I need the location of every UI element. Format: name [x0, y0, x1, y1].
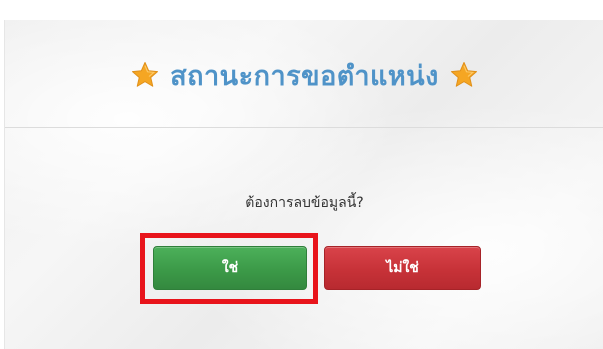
- star-icon: [449, 60, 479, 90]
- confirm-dialog: สถานะการขอตำแหน่ง ต้องการลบข้อมูลนี้? ใช…: [4, 20, 603, 349]
- title-row: สถานะการขอตำแหน่ง: [5, 53, 603, 97]
- confirm-question: ต้องการลบข้อมูลนี้?: [245, 195, 364, 211]
- no-button[interactable]: ไม่ใช่: [324, 246, 481, 290]
- dialog-title: สถานะการขอตำแหน่ง: [170, 60, 439, 92]
- dialog-header: สถานะการขอตำแหน่ง: [5, 20, 603, 128]
- star-icon: [130, 60, 160, 90]
- yes-button[interactable]: ใช่: [153, 246, 307, 290]
